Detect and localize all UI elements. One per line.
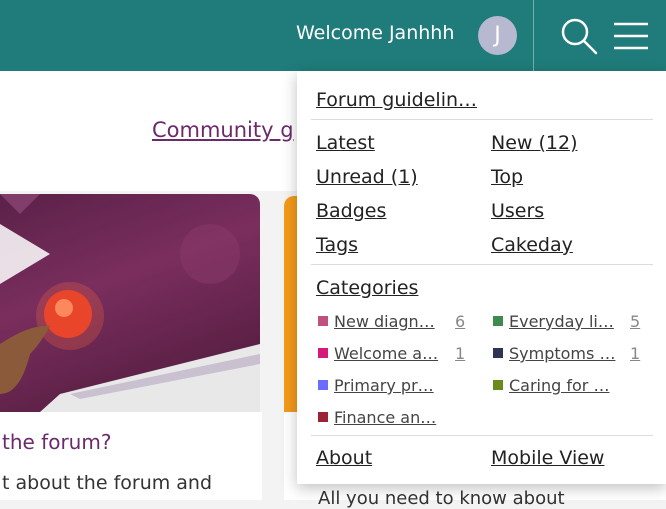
category-name: Welcome a… [334, 344, 439, 363]
menu-users[interactable]: Users [491, 200, 544, 222]
category-swatch [318, 316, 328, 326]
category-name: Finance an… [334, 408, 437, 427]
category-item[interactable]: Symptoms … [493, 344, 615, 363]
category-name: Caring for … [509, 376, 610, 395]
menu-latest[interactable]: Latest [316, 132, 375, 154]
category-swatch [493, 316, 503, 326]
category-count[interactable]: 1 [455, 344, 465, 363]
category-item[interactable]: Welcome a… [318, 344, 438, 363]
hamburger-menu-button[interactable] [612, 18, 650, 54]
category-item[interactable]: Primary pr… [318, 376, 434, 395]
menu-divider [311, 264, 653, 265]
category-swatch [493, 380, 503, 390]
hamburger-icon [614, 22, 648, 50]
category-name: Primary pr… [334, 376, 434, 395]
category-swatch [318, 380, 328, 390]
card-illustration [0, 194, 260, 412]
menu-mobile-view[interactable]: Mobile View [491, 447, 604, 469]
menu-cakeday[interactable]: Cakeday [491, 234, 573, 256]
second-card-text: All you need to know about [318, 488, 565, 509]
category-count[interactable]: 5 [630, 312, 640, 331]
category-swatch [318, 348, 328, 358]
hamburger-dropdown-menu: Forum guidelin… Latest New (12) Unread (… [297, 71, 666, 484]
menu-divider [311, 119, 653, 120]
user-avatar[interactable]: J [478, 16, 517, 55]
avatar-letter: J [494, 23, 501, 48]
search-button[interactable] [559, 16, 599, 56]
menu-badges[interactable]: Badges [316, 200, 386, 222]
search-icon [561, 18, 598, 55]
menu-divider [311, 435, 653, 436]
menu-top[interactable]: Top [491, 166, 523, 188]
community-guidelines-link[interactable]: Community g [152, 118, 294, 142]
card-title[interactable]: the forum? [2, 430, 111, 454]
category-item[interactable]: New diagn… [318, 312, 435, 331]
menu-categories[interactable]: Categories [316, 277, 418, 299]
menu-forum-guidelines[interactable]: Forum guidelin… [316, 89, 477, 111]
menu-tags[interactable]: Tags [316, 234, 358, 256]
category-item[interactable]: Finance an… [318, 408, 436, 427]
menu-new[interactable]: New (12) [491, 132, 577, 154]
second-card-image [284, 196, 298, 412]
welcome-text: Welcome Janhhh [296, 22, 455, 44]
category-count[interactable]: 6 [455, 312, 465, 331]
category-swatch [493, 348, 503, 358]
category-item[interactable]: Caring for … [493, 376, 609, 395]
category-name: New diagn… [334, 312, 435, 331]
menu-unread[interactable]: Unread (1) [316, 166, 418, 188]
header-divider [533, 0, 534, 71]
category-item[interactable]: Everyday li… [493, 312, 614, 331]
site-header: Welcome Janhhh J [0, 0, 666, 71]
category-count[interactable]: 1 [630, 344, 640, 363]
menu-about[interactable]: About [316, 447, 372, 469]
card-text: t about the forum and [2, 472, 213, 494]
category-swatch [318, 412, 328, 422]
category-name: Symptoms … [509, 344, 616, 363]
category-name: Everyday li… [509, 312, 614, 331]
